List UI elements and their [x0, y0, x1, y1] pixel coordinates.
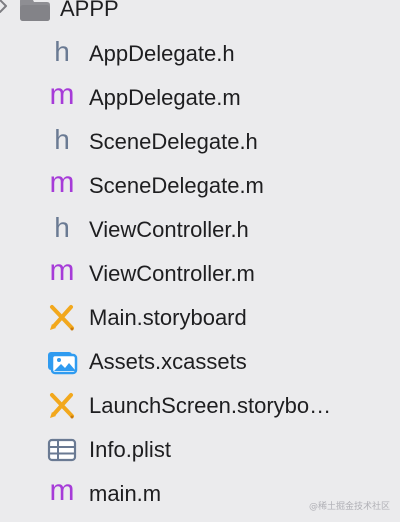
file-name: Main.storyboard	[89, 305, 247, 330]
header-file-icon: h	[54, 124, 70, 155]
objc-source-file-icon: m	[49, 474, 75, 507]
asset-catalog-icon	[45, 348, 79, 376]
file-name: SceneDelegate.h	[89, 129, 258, 154]
file-name: SceneDelegate.m	[89, 173, 264, 198]
file-row[interactable]: h ViewController.h	[0, 208, 400, 252]
objc-source-file-icon: m	[49, 166, 75, 199]
file-row[interactable]: m ViewController.m	[0, 252, 400, 296]
file-name: Assets.xcassets	[89, 349, 247, 374]
file-row[interactable]: m SceneDelegate.m	[0, 164, 400, 208]
objc-source-file-icon: m	[49, 78, 75, 111]
file-name: AppDelegate.m	[89, 85, 241, 110]
file-row[interactable]: h SceneDelegate.h	[0, 120, 400, 164]
file-row[interactable]: m AppDelegate.m	[0, 76, 400, 120]
folder-name: APPP	[60, 0, 119, 21]
file-row[interactable]: Info.plist	[0, 428, 400, 472]
plist-table-icon	[45, 436, 79, 464]
file-row[interactable]: Assets.xcassets	[0, 340, 400, 384]
file-name: Info.plist	[89, 437, 171, 462]
folder-row-appp[interactable]: APPP	[0, 0, 400, 29]
storyboard-icon	[45, 304, 79, 332]
storyboard-icon	[45, 392, 79, 420]
file-row[interactable]: LaunchScreen.storybo…	[0, 384, 400, 428]
header-file-icon: h	[54, 36, 70, 67]
header-file-icon: h	[54, 212, 70, 243]
file-row[interactable]: h AppDelegate.h	[0, 32, 400, 76]
file-name: ViewController.m	[89, 261, 255, 286]
file-name: main.m	[89, 481, 162, 506]
folder-icon	[20, 0, 50, 21]
watermark: @稀土掘金技术社区	[308, 502, 390, 512]
file-name: ViewController.h	[89, 217, 249, 242]
file-name: LaunchScreen.storybo…	[89, 393, 332, 418]
file-name: AppDelegate.h	[89, 41, 235, 66]
objc-source-file-icon: m	[49, 254, 75, 287]
project-navigator: APPP h AppDelegate.h m AppDelegate.m h S…	[0, 0, 400, 522]
file-row[interactable]: Main.storyboard	[0, 296, 400, 340]
